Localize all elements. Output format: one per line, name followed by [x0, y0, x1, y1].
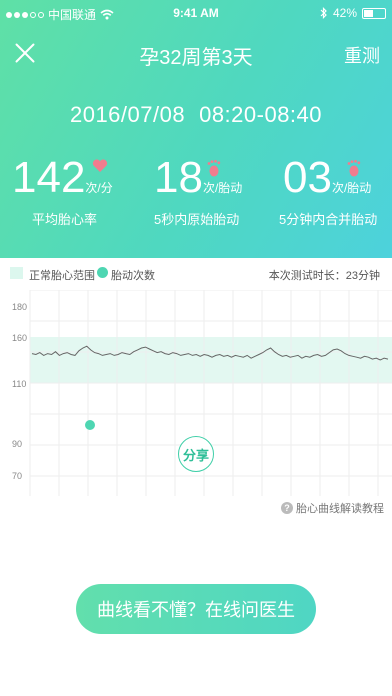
session-time-range: 08:20-08:40 [199, 102, 323, 127]
stat-label: 5分钟内合并胎动 [279, 212, 378, 227]
y-tick-label: 180 [12, 302, 27, 312]
foot-icon [207, 159, 221, 177]
heart-icon [92, 159, 108, 172]
stats-row: 142次/分 平均胎心率 18次/胎动 5秒内原始胎动 03次/胎动 5分钟内合… [0, 155, 392, 235]
movement-dot-icon [97, 267, 108, 278]
movement-marker [85, 420, 95, 430]
stat-unit: 次/胎动 [202, 181, 243, 195]
stat-avg-heart-rate: 142次/分 平均胎心率 [12, 155, 142, 228]
y-tick-label: 160 [12, 333, 27, 343]
stat-value: 18 [154, 153, 203, 202]
battery-icon [362, 7, 386, 19]
stat-merged-movements: 03次/胎动 5分钟内合并胎动 [279, 153, 392, 228]
header-panel: 中国联通 9:41 AM 42% 孕32周第3天 重测 2016/07/08 08… [0, 0, 392, 258]
chart-legend: 正常胎心范围 胎动次数 本次测试时长：23分钟 [0, 262, 392, 284]
page-title: 孕32周第3天 [139, 47, 253, 69]
legend-normal-range: 正常胎心范围 [29, 270, 95, 282]
test-duration: 本次测试时长：23分钟 [268, 270, 380, 282]
legend-movement-count: 胎动次数 [111, 270, 155, 282]
session-datetime: 2016/07/08 08:20-08:40 [0, 102, 392, 128]
normal-range-swatch [10, 267, 23, 279]
normal-range-band [30, 337, 392, 383]
stat-raw-movements: 18次/胎动 5秒内原始胎动 [154, 155, 284, 228]
share-button[interactable]: 分享 [178, 436, 214, 472]
y-tick-label: 90 [12, 439, 22, 449]
status-bar: 中国联通 9:41 AM 42% [0, 6, 392, 22]
ask-doctor-button[interactable]: 曲线看不懂？在线问医生 [76, 584, 316, 634]
y-tick-label: 110 [12, 379, 26, 389]
y-tick-label: 70 [12, 471, 22, 481]
foot-icon [347, 159, 361, 177]
battery-percent: 42% [332, 6, 357, 20]
stat-label: 5秒内原始胎动 [154, 212, 240, 227]
question-icon: ? [281, 502, 293, 514]
stat-value: 142 [12, 153, 86, 202]
stat-unit: 次/分 [85, 181, 113, 195]
session-date: 2016/07/08 [69, 102, 186, 127]
stat-value: 03 [283, 153, 332, 202]
stat-label: 平均胎心率 [32, 212, 98, 227]
stat-unit: 次/胎动 [331, 181, 372, 195]
tutorial-label: 胎心曲线解读教程 [296, 503, 384, 515]
retest-button[interactable]: 重测 [344, 42, 380, 68]
nav-bar: 孕32周第3天 重测 [0, 38, 392, 69]
tutorial-link[interactable]: ? 胎心曲线解读教程 [281, 500, 384, 516]
bluetooth-icon [320, 7, 327, 19]
